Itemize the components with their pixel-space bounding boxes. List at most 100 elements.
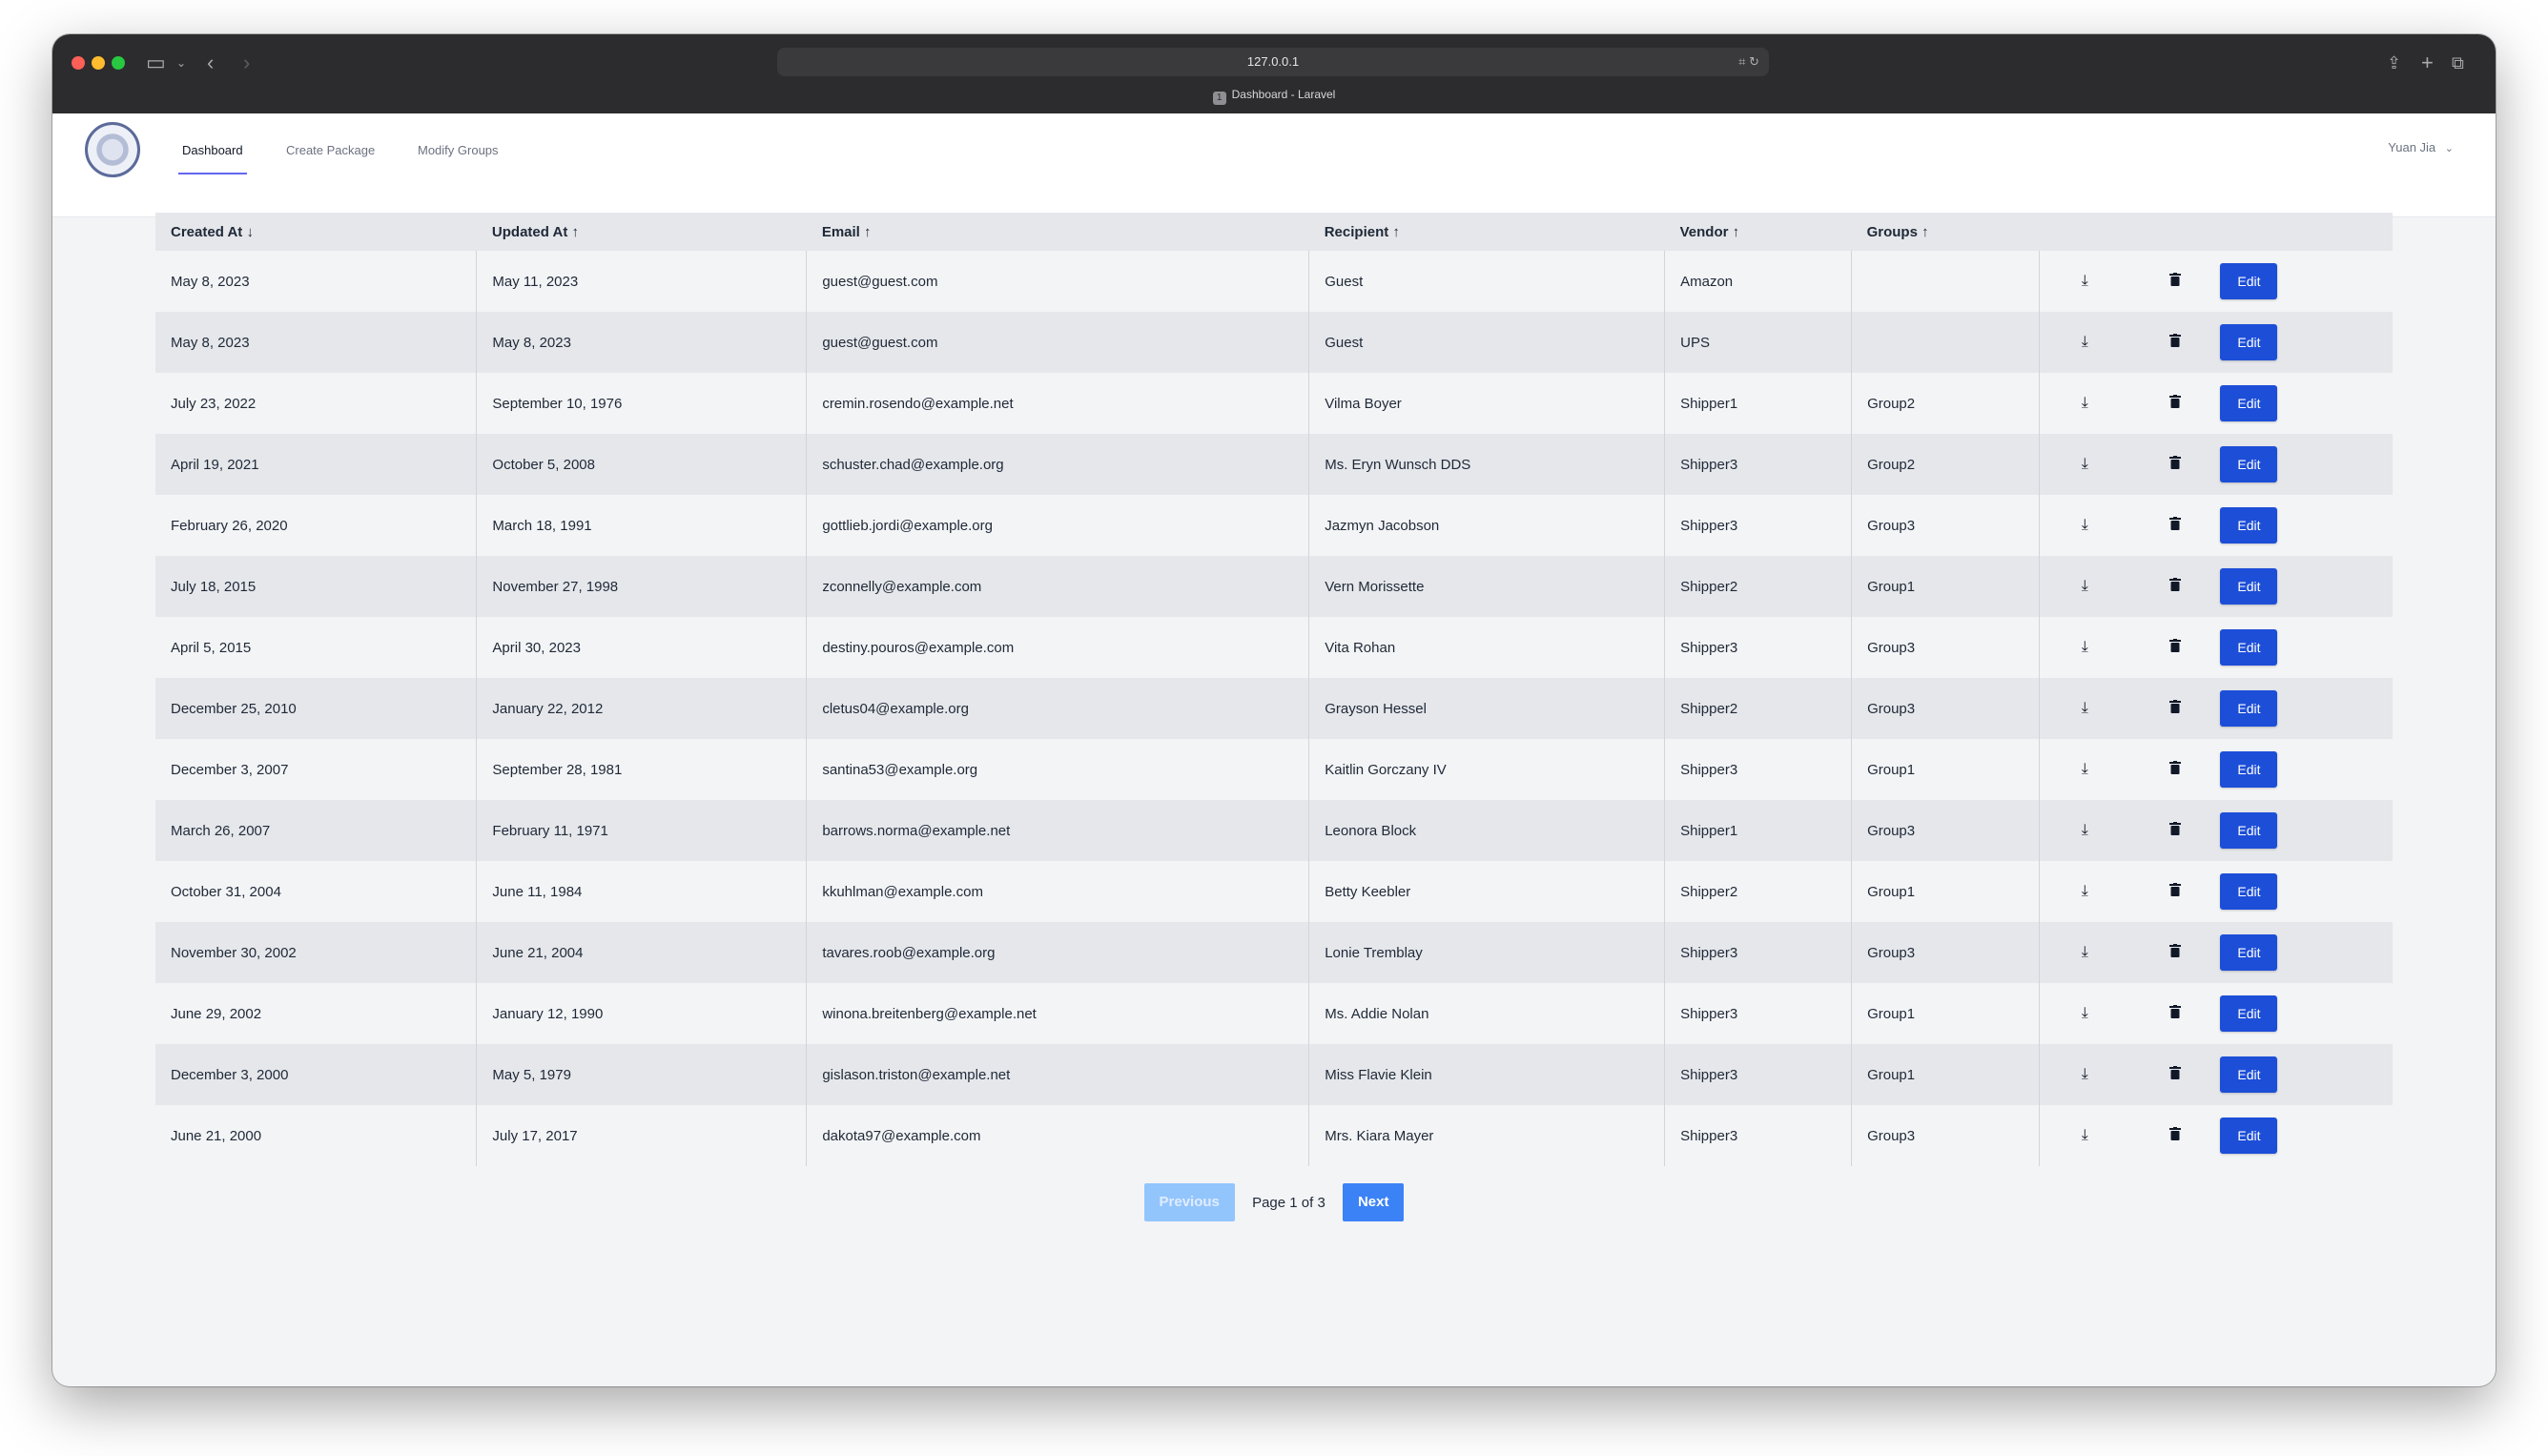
new-tab-icon[interactable]: +	[2421, 49, 2434, 77]
download-icon[interactable]: ⤓	[2082, 1066, 2088, 1083]
cell-vendor: Shipper3	[1664, 983, 1853, 1044]
cell-groups: Group3	[1851, 678, 2041, 739]
sidebar-toggle-icon[interactable]: ▭	[146, 49, 166, 77]
reload-icon[interactable]: ⌗ ↻	[1738, 48, 1759, 76]
header-vendor[interactable]: Vendor ↑	[1665, 213, 1852, 251]
cell-created-at: July 23, 2022	[155, 373, 478, 434]
trash-icon[interactable]	[2168, 334, 2181, 347]
edit-button[interactable]: Edit	[2220, 812, 2278, 849]
edit-button[interactable]: Edit	[2220, 751, 2278, 788]
trash-icon[interactable]	[2168, 517, 2181, 530]
edit-cell: Edit	[2220, 495, 2392, 556]
download-icon[interactable]: ⤓	[2082, 334, 2088, 351]
edit-button[interactable]: Edit	[2220, 1056, 2278, 1093]
edit-button[interactable]: Edit	[2220, 690, 2278, 727]
cell-vendor: Shipper3	[1664, 1044, 1853, 1105]
download-icon[interactable]: ⤓	[2082, 1005, 2088, 1022]
trash-icon[interactable]	[2168, 700, 2181, 713]
cell-email: cremin.rosendo@example.net	[806, 373, 1310, 434]
trash-icon[interactable]	[2168, 883, 2181, 896]
download-icon[interactable]: ⤓	[2082, 578, 2088, 595]
edit-button[interactable]: Edit	[2220, 629, 2278, 666]
cell-created-at: October 31, 2004	[155, 861, 478, 922]
header-created-at[interactable]: Created At ↓	[155, 213, 477, 251]
cell-email: tavares.roob@example.org	[806, 922, 1310, 983]
download-icon[interactable]: ⤓	[2082, 517, 2088, 534]
download-icon[interactable]: ⤓	[2082, 822, 2088, 839]
active-tab[interactable]: 1 Dashboard - Laravel	[52, 88, 2496, 105]
next-button[interactable]: Next	[1342, 1183, 1405, 1221]
trash-icon[interactable]	[2168, 944, 2181, 957]
edit-button[interactable]: Edit	[2220, 263, 2278, 299]
maximize-window-icon[interactable]	[112, 56, 125, 70]
trash-icon[interactable]	[2168, 1066, 2181, 1079]
edit-button[interactable]: Edit	[2220, 568, 2278, 605]
previous-button[interactable]: Previous	[1143, 1183, 1235, 1221]
trash-icon[interactable]	[2168, 273, 2181, 286]
edit-button[interactable]: Edit	[2220, 446, 2278, 482]
cell-groups: Group2	[1851, 434, 2041, 495]
browser-window: ▭ ⌄ ‹ › 127.0.0.1 ⌗ ↻ ⇪ + ⧉ 1 Dashboard -…	[52, 34, 2496, 1386]
nav-modify-groups[interactable]: Modify Groups	[418, 136, 499, 174]
cell-vendor: Shipper1	[1664, 373, 1853, 434]
cell-recipient: Leonora Block	[1308, 800, 1666, 861]
table-row: April 19, 2021 October 5, 2008 schuster.ch…	[155, 434, 2393, 495]
cell-vendor: UPS	[1664, 312, 1853, 373]
header-email[interactable]: Email ↑	[807, 213, 1309, 251]
minimize-window-icon[interactable]	[92, 56, 105, 70]
edit-button[interactable]: Edit	[2220, 873, 2278, 910]
edit-button[interactable]: Edit	[2220, 507, 2278, 543]
table-row: April 5, 2015 April 30, 2023 destiny.pouro…	[155, 617, 2393, 678]
download-icon[interactable]: ⤓	[2082, 395, 2088, 412]
edit-cell: Edit	[2220, 556, 2392, 617]
trash-icon[interactable]	[2168, 822, 2181, 835]
download-icon[interactable]: ⤓	[2082, 761, 2088, 778]
forward-icon[interactable]: ›	[243, 49, 250, 77]
trash-icon[interactable]	[2168, 578, 2181, 591]
download-icon[interactable]: ⤓	[2082, 1127, 2088, 1144]
edit-button[interactable]: Edit	[2220, 385, 2278, 421]
cell-vendor: Shipper3	[1664, 495, 1853, 556]
header-recipient[interactable]: Recipient ↑	[1309, 213, 1665, 251]
cell-vendor: Shipper2	[1664, 556, 1853, 617]
chevron-down-icon: ⌄	[2444, 143, 2454, 154]
page-indicator: Page 1 of 3	[1252, 1194, 1325, 1211]
download-cell: ⤓	[2040, 434, 2130, 495]
header-updated-at[interactable]: Updated At ↑	[477, 213, 807, 251]
edit-button[interactable]: Edit	[2220, 995, 2278, 1032]
address-url: 127.0.0.1	[1246, 54, 1300, 69]
trash-icon[interactable]	[2168, 1005, 2181, 1018]
trash-icon[interactable]	[2168, 639, 2181, 652]
trash-icon[interactable]	[2168, 395, 2181, 408]
address-bar[interactable]: 127.0.0.1 ⌗ ↻	[777, 48, 1769, 76]
nav-dashboard[interactable]: Dashboard	[178, 136, 247, 174]
close-window-icon[interactable]	[72, 56, 85, 70]
share-icon[interactable]: ⇪	[2387, 49, 2401, 77]
download-icon[interactable]: ⤓	[2082, 700, 2088, 717]
download-icon[interactable]: ⤓	[2082, 456, 2088, 473]
tab-overview-icon[interactable]: ⧉	[2452, 49, 2464, 77]
nav-create-package[interactable]: Create Package	[286, 136, 375, 174]
header-groups[interactable]: Groups ↑	[1852, 213, 2040, 251]
table-row: March 26, 2007 February 11, 1971 barrows.n…	[155, 800, 2393, 861]
download-cell: ⤓	[2040, 861, 2130, 922]
back-icon[interactable]: ‹	[207, 49, 214, 77]
table-row: November 30, 2002 June 21, 2004 tavares.ro…	[155, 922, 2393, 983]
download-cell: ⤓	[2040, 251, 2130, 312]
user-menu[interactable]: Yuan Jia ⌄	[2388, 140, 2454, 154]
delete-cell	[2130, 373, 2221, 434]
trash-icon[interactable]	[2168, 1127, 2181, 1140]
chevron-down-icon[interactable]: ⌄	[176, 49, 186, 77]
app-logo[interactable]	[85, 122, 140, 177]
edit-button[interactable]: Edit	[2220, 934, 2278, 971]
cell-vendor: Shipper2	[1664, 678, 1853, 739]
download-icon[interactable]: ⤓	[2082, 639, 2088, 656]
trash-icon[interactable]	[2168, 761, 2181, 774]
edit-cell: Edit	[2220, 1105, 2392, 1166]
download-icon[interactable]: ⤓	[2082, 273, 2088, 290]
trash-icon[interactable]	[2168, 456, 2181, 469]
edit-button[interactable]: Edit	[2220, 324, 2278, 360]
download-icon[interactable]: ⤓	[2082, 944, 2088, 961]
download-icon[interactable]: ⤓	[2082, 883, 2088, 900]
edit-button[interactable]: Edit	[2220, 1118, 2278, 1154]
